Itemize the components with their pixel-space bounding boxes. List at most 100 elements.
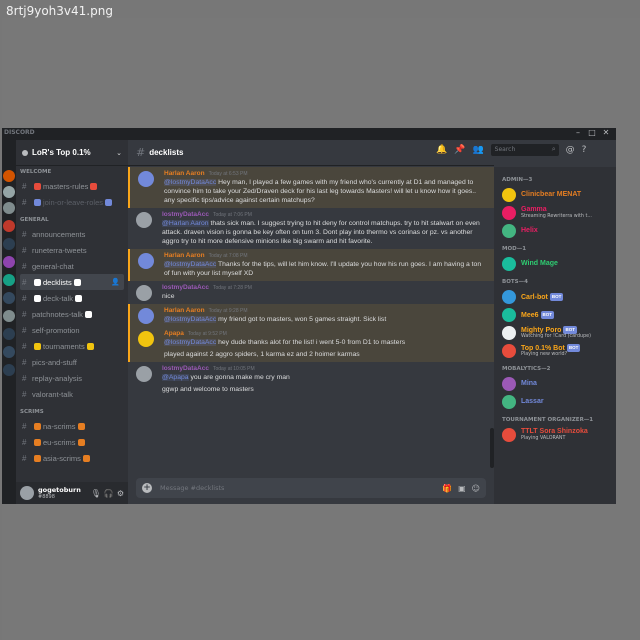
message-author[interactable]: lostmyDataAcc (162, 365, 209, 372)
member-item[interactable]: Top 0.1% Bot BOT Playing new world? (494, 342, 616, 360)
mention[interactable]: @Apapa (162, 374, 189, 381)
channel-replay-analysis[interactable]: # replay-analysis (16, 370, 128, 386)
member-item[interactable]: Gamma Streaming Rewriterra with t... (494, 204, 616, 222)
message[interactable]: Harlan Aaron Today at 9:28 PM @lostmyDataA… (128, 304, 494, 327)
avatar[interactable] (136, 366, 152, 382)
channel-general-chat[interactable]: # general-chat (16, 258, 128, 274)
bell-icon[interactable]: 🔔 (436, 145, 447, 155)
hash-icon: # (22, 373, 27, 383)
server-icon[interactable] (3, 274, 15, 286)
avatar[interactable] (138, 253, 154, 269)
channel-patchnotes-talk[interactable]: # patchnotes-talk (16, 306, 128, 322)
member-item[interactable]: Mighty Poro BOT Watching for !Card (cardup… (494, 324, 616, 342)
channel-announcements[interactable]: # announcements (16, 226, 128, 242)
avatar[interactable] (136, 285, 152, 301)
server-icon[interactable] (3, 256, 15, 268)
member-item[interactable]: Clinicbear MENAT (494, 186, 616, 204)
mention[interactable]: @lostmyDataAcc (164, 261, 217, 268)
channel-eu-scrims[interactable]: # eu-scrims (16, 434, 128, 450)
message[interactable]: Harlan Aaron Today at 6:53 PM @lostmyDataA… (128, 167, 494, 208)
channel-self-promotion[interactable]: # self-promotion (16, 322, 128, 338)
mention[interactable]: @lostmyDataAcc (164, 316, 217, 323)
server-icon[interactable] (3, 328, 15, 340)
message[interactable]: lostmyDataAcc Today at 7:06 PM @Harlan Aar… (128, 208, 494, 249)
avatar[interactable] (138, 308, 154, 324)
channel-masters-rules[interactable]: # masters-rules (16, 178, 128, 194)
message[interactable]: Harlan Aaron Today at 7:08 PM @lostmyDataA… (128, 249, 494, 281)
server-icon[interactable] (3, 292, 15, 304)
upload-plus-icon[interactable]: + (142, 483, 152, 493)
member-group-label: ADMIN—3 (502, 177, 533, 183)
help-icon[interactable]: ? (582, 145, 587, 155)
channel-na-scrims[interactable]: # na-scrims (16, 418, 128, 434)
headphones-icon[interactable]: 🎧 (104, 489, 114, 498)
channel-join-or-leave-roles[interactable]: # join-or-leave-roles (16, 194, 128, 210)
server-icon[interactable] (3, 238, 15, 250)
message-continuation[interactable]: played against 2 aggro spiders, 1 karma … (128, 350, 494, 362)
members-icon[interactable]: 👥 (472, 145, 483, 155)
server-header[interactable]: LoR's Top 0.1% ⌄ (16, 140, 128, 166)
avatar[interactable] (138, 331, 154, 347)
member-item[interactable]: Mina (494, 375, 616, 393)
gear-icon[interactable]: ⚙ (117, 489, 124, 498)
message[interactable]: Apapa Today at 9:52 PM @lostmyDataAcc hey … (128, 327, 494, 350)
mention-icon[interactable]: @ (566, 145, 575, 155)
message-author[interactable]: lostmyDataAcc (162, 211, 209, 218)
message-author[interactable]: Harlan Aaron (164, 252, 205, 259)
avatar[interactable] (138, 171, 154, 187)
emoji-picker-icon[interactable]: ☺ (472, 484, 480, 493)
message[interactable]: lostmyDataAcc Today at 7:28 PM nice (128, 281, 494, 304)
member-group-label: MOD—1 (502, 246, 527, 252)
message-list[interactable]: Harlan Aaron Today at 6:53 PM @lostmyDataA… (128, 167, 494, 471)
channel-tournaments[interactable]: # tournaments (16, 338, 128, 354)
message-composer[interactable]: + Message #decklists 🎁 ▣ ☺ (136, 478, 486, 498)
category-welcome[interactable]: WELCOME (16, 166, 128, 178)
add-member-icon[interactable]: 👤 (111, 278, 120, 286)
server-icon[interactable] (3, 364, 15, 376)
channel-decklists[interactable]: # decklists 👤 (20, 274, 124, 290)
channel-valorant-talk[interactable]: # valorant-talk (16, 386, 128, 402)
category-general[interactable]: GENERAL (16, 214, 128, 226)
search-input[interactable]: Search ⌕ (490, 144, 559, 156)
channel-pics-and-stuff[interactable]: # pics-and-stuff (16, 354, 128, 370)
server-icon[interactable] (3, 202, 15, 214)
member-item[interactable]: Carl-bot BOT (494, 288, 616, 306)
message-timestamp: Today at 9:52 PM (187, 331, 227, 337)
avatar[interactable] (136, 212, 152, 228)
message-timestamp: Today at 6:53 PM (208, 171, 248, 177)
message-author[interactable]: Apapa (164, 330, 184, 337)
server-icon[interactable] (3, 170, 15, 182)
member-item[interactable]: Lassar (494, 393, 616, 411)
message-input[interactable]: Message #decklists (160, 484, 436, 492)
close-button[interactable]: ✕ (600, 128, 612, 137)
member-item[interactable]: Mee6 BOT (494, 306, 616, 324)
server-icon[interactable] (3, 220, 15, 232)
server-icon[interactable] (3, 346, 15, 358)
mention[interactable]: @lostmyDataAcc (164, 339, 217, 346)
message-text: played against 2 aggro spiders, 1 karma … (164, 351, 360, 358)
message-author[interactable]: Harlan Aaron (164, 307, 205, 314)
server-icon[interactable] (3, 310, 15, 322)
mention[interactable]: @lostmyDataAcc (164, 179, 217, 186)
gif-icon[interactable]: ▣ (458, 484, 466, 493)
channel-deck-talk[interactable]: # deck-talk (16, 290, 128, 306)
channel-asia-scrims[interactable]: # asia-scrims (16, 450, 128, 466)
pin-icon[interactable]: 📌 (454, 145, 465, 155)
microphone-icon[interactable]: 🎙 (91, 489, 101, 498)
message[interactable]: lostmyDataAcc Today at 10:05 PM @Apapa you… (128, 362, 494, 385)
mention[interactable]: @Harlan Aaron (162, 220, 209, 227)
channel-runeterra-tweets[interactable]: # runeterra-tweets (16, 242, 128, 258)
message-author[interactable]: lostmyDataAcc (162, 284, 209, 291)
minimize-button[interactable]: – (572, 128, 584, 137)
category-scrims[interactable]: SCRIMS (16, 406, 128, 418)
server-icon[interactable] (3, 186, 15, 198)
avatar[interactable] (20, 486, 34, 500)
member-item[interactable]: Helix (494, 222, 616, 240)
member-item[interactable]: Wind Mage (494, 255, 616, 273)
member-item[interactable]: TTLT Sora Shinzoka Playing VALORANT (494, 426, 616, 444)
message-continuation[interactable]: ggwp and welcome to masters (128, 385, 494, 397)
message-author[interactable]: Harlan Aaron (164, 170, 205, 177)
maximize-button[interactable]: □ (586, 128, 598, 137)
message-text: @lostmyDataAcc Hey man, I played a few g… (164, 179, 477, 204)
gift-icon[interactable]: 🎁 (442, 484, 452, 493)
